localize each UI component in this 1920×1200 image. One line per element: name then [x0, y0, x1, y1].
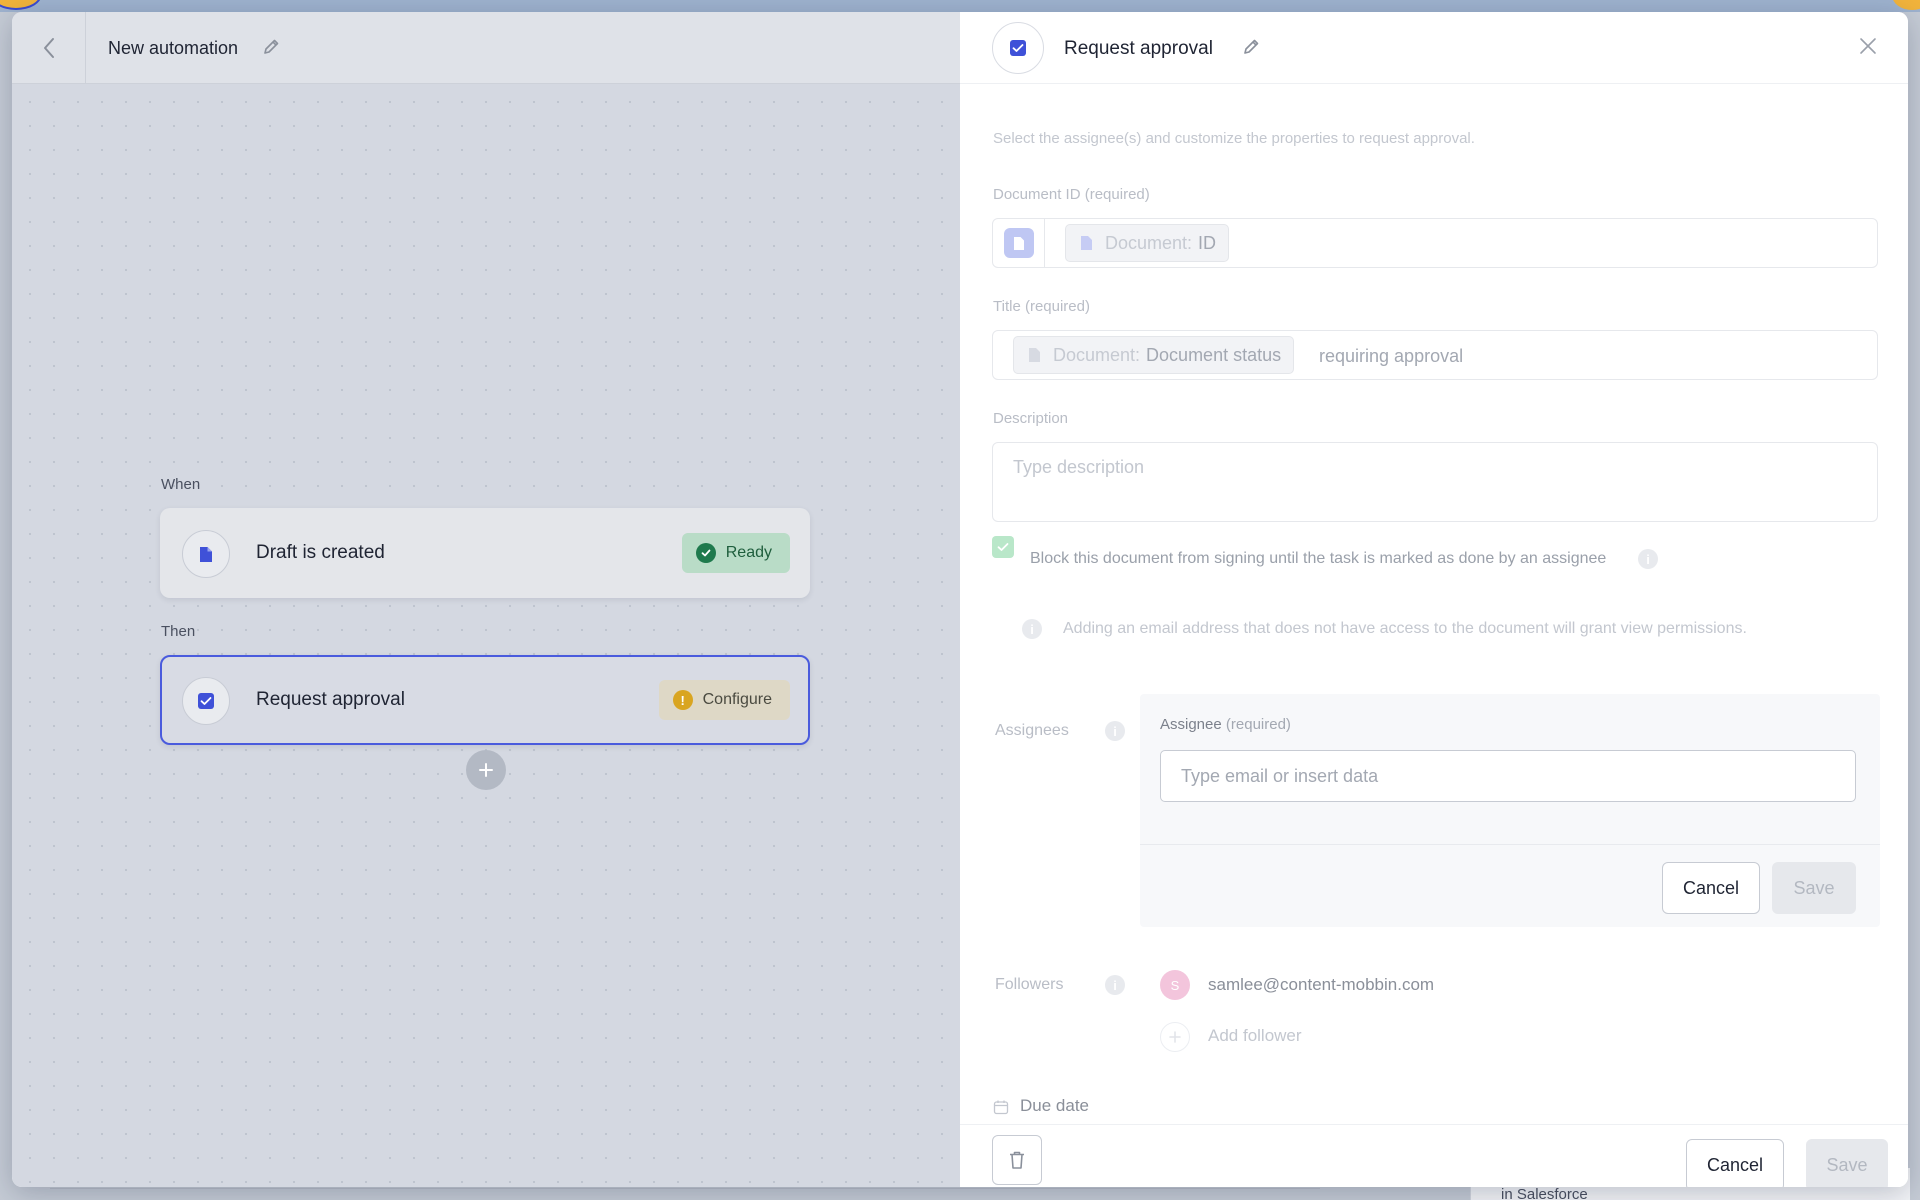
canvas-header: New automation — [12, 12, 960, 84]
document-icon — [1029, 348, 1040, 362]
followers-label: Followers — [995, 976, 1064, 993]
title-field-label: Title (required) — [993, 298, 1090, 315]
add-follower-button[interactable] — [1160, 1022, 1190, 1052]
panel-intro: Select the assignee(s) and customize the… — [993, 130, 1475, 147]
background-peek-text: in Salesforce — [1501, 1186, 1588, 1200]
follower-email[interactable]: samlee@content-mobbin.com — [1208, 975, 1434, 995]
background-divider — [50, 1188, 1320, 1189]
document-icon — [200, 546, 212, 562]
document-icon — [1081, 236, 1092, 250]
add-step-button[interactable] — [466, 750, 506, 790]
block-signing-label: Block this document from signing until t… — [1030, 550, 1607, 567]
document-id-label: Document ID (required) — [993, 186, 1150, 203]
trigger-icon-wrap — [182, 530, 230, 578]
divider — [1140, 844, 1880, 845]
chevron-left-icon — [43, 38, 54, 58]
document-id-chip[interactable]: Document: ID — [1065, 224, 1230, 262]
panel-header: Request approval — [960, 12, 1908, 84]
title-field[interactable]: Document: Document status requiring appr… — [992, 330, 1878, 380]
checkbox-icon — [198, 693, 214, 709]
check-icon — [997, 543, 1009, 551]
info-icon: i — [1022, 619, 1042, 639]
document-icon — [1003, 228, 1034, 258]
title-suffix-text: requiring approval — [1319, 346, 1464, 366]
trash-icon — [1010, 1151, 1024, 1169]
panel-title: Request approval — [1064, 38, 1213, 59]
workflow-canvas[interactable]: New automation When Draft is created Rea… — [12, 12, 960, 1187]
pencil-icon — [264, 39, 279, 54]
assignees-label: Assignees — [995, 722, 1069, 739]
plus-icon — [1169, 1031, 1181, 1043]
then-label: Then — [161, 623, 196, 640]
footer-save-button[interactable]: Save — [1806, 1139, 1888, 1187]
calendar-icon — [993, 1099, 1009, 1120]
description-input[interactable]: Type description — [992, 442, 1878, 522]
due-date-button[interactable]: Due date — [1020, 1096, 1089, 1116]
action-icon-wrap — [182, 677, 230, 725]
action-icon-wrap — [992, 22, 1044, 74]
follower-avatar: S — [1160, 970, 1190, 1000]
check-circle-icon — [695, 543, 716, 563]
when-label: When — [161, 476, 201, 493]
automation-modal: New automation When Draft is created Rea… — [12, 12, 1908, 1187]
info-icon[interactable]: i — [1105, 975, 1125, 995]
edit-title-button[interactable] — [262, 38, 280, 61]
automation-title: New automation — [108, 38, 239, 58]
description-label: Description — [993, 410, 1069, 427]
configure-status-text: Configure — [702, 691, 772, 708]
panel-footer: Cancel Save — [960, 1124, 1908, 1187]
trigger-label: Draft is created — [256, 542, 385, 563]
assignee-email-input[interactable]: Type email or insert data — [1160, 750, 1856, 802]
assignee-editor: Assignee (required) Type email or insert… — [1140, 694, 1880, 927]
close-panel-button[interactable] — [1858, 36, 1878, 61]
close-icon — [1860, 38, 1876, 54]
assignee-field-label: Assignee (required) — [1160, 716, 1291, 733]
action-label: Request approval — [256, 689, 405, 710]
assignee-save-button[interactable]: Save — [1772, 862, 1856, 914]
ready-status-text: Ready — [725, 544, 772, 561]
trigger-node[interactable]: Draft is created Ready — [160, 508, 810, 598]
action-node[interactable]: Request approval ! Configure — [160, 655, 810, 745]
add-follower-label[interactable]: Add follower — [1208, 1026, 1302, 1046]
background-top-strip — [0, 0, 1920, 12]
exclamation-circle-icon: ! — [672, 690, 693, 710]
footer-cancel-button[interactable]: Cancel — [1686, 1139, 1784, 1187]
info-icon[interactable]: i — [1105, 721, 1125, 741]
description-placeholder: Type description — [1013, 457, 1145, 477]
ready-status-badge: Ready — [681, 533, 790, 573]
back-button[interactable] — [12, 12, 86, 84]
insert-data-button[interactable] — [993, 219, 1045, 267]
assignee-cancel-button[interactable]: Cancel — [1662, 862, 1760, 914]
document-status-chip[interactable]: Document: Document status — [1013, 336, 1295, 374]
configuration-panel: Request approval Select the assignee(s) … — [960, 12, 1908, 1187]
pencil-icon — [1244, 39, 1259, 54]
delete-step-button[interactable] — [992, 1135, 1042, 1185]
configure-status-badge: ! Configure — [658, 680, 790, 720]
info-icon[interactable]: i — [1638, 549, 1658, 569]
document-id-field[interactable]: Document: ID — [992, 218, 1878, 268]
email-notice: Adding an email address that does not ha… — [1063, 620, 1747, 637]
checkbox-icon — [1010, 40, 1026, 56]
edit-action-title-button[interactable] — [1242, 38, 1260, 61]
plus-icon — [479, 763, 493, 777]
block-signing-checkbox[interactable] — [992, 536, 1014, 558]
